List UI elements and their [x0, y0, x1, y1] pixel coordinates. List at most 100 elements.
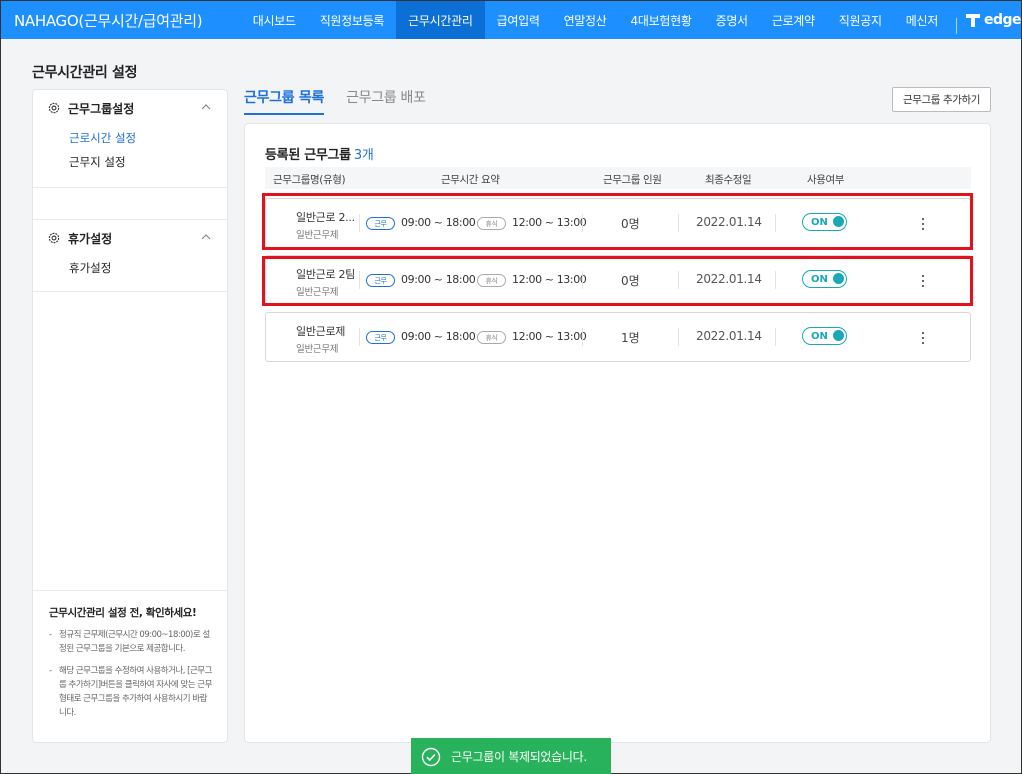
column-divider [582, 328, 583, 346]
toggle-label: ON [811, 273, 828, 285]
rest-time: 12:00 ~ 13:00 [512, 273, 587, 286]
registered-groups-title: 등록된 근무그룹 [265, 148, 351, 163]
nav-item-work-time[interactable]: 근무시간관리 [396, 1, 485, 39]
usage-toggle[interactable]: ON [802, 213, 847, 231]
add-work-group-button[interactable]: 근무그룹 추가하기 [892, 87, 991, 112]
settings-notice: 근무시간관리 설정 전, 확인하세요! - 정규직 근무제(근무시간 09:00… [33, 590, 227, 742]
sidebar-section-work-group: 근무그룹설정 근로시간 설정 근무지 설정 [33, 90, 227, 188]
work-tag: 근무 [366, 274, 395, 287]
toggle-knob [833, 273, 844, 284]
sidebar-item-work-hours[interactable]: 근로시간 설정 [33, 126, 227, 150]
more-options-icon[interactable] [917, 330, 929, 346]
group-name: 일반근로 2팀 [296, 268, 355, 281]
nav-item-messenger[interactable]: 메신저 [894, 1, 950, 39]
work-tag: 근무 [366, 331, 395, 344]
nav-item-dashboard[interactable]: 대시보드 [241, 1, 308, 39]
usage-toggle[interactable]: ON [802, 327, 847, 345]
column-divider [678, 214, 679, 232]
table-row[interactable]: 일반근로 2... 일반근무제 근무 09:00 ~ 18:00 휴식 12:0… [265, 198, 971, 248]
nav-item-employee-info[interactable]: 직원정보등록 [308, 1, 396, 39]
page-title: 근무시간관리 설정 [32, 65, 138, 81]
work-time: 09:00 ~ 18:00 [401, 330, 476, 343]
toggle-label: ON [811, 330, 828, 342]
column-divider [582, 214, 583, 232]
sidebar-item-workplace[interactable]: 근무지 설정 [33, 150, 227, 174]
nav-item-payroll-input[interactable]: 급여입력 [485, 1, 552, 39]
registered-groups-heading: 등록된 근무그룹 3개 [265, 144, 374, 163]
last-modified-date: 2022.01.14 [696, 272, 762, 286]
more-options-icon[interactable] [917, 273, 929, 289]
more-options-icon[interactable] [917, 216, 929, 232]
nav-item-certificate[interactable]: 증명서 [704, 1, 760, 39]
gear-icon [48, 102, 60, 114]
column-divider [359, 271, 360, 289]
column-header-name: 근무그룹명(유형) [273, 174, 346, 186]
rest-time: 12:00 ~ 13:00 [512, 216, 587, 229]
nav-divider [955, 17, 957, 34]
notice-title: 근무시간관리 설정 전, 확인하세요! [49, 607, 197, 619]
group-members: 0명 [621, 217, 640, 231]
registered-groups-count: 3개 [353, 148, 374, 163]
tedge-logo[interactable]: edge [965, 12, 1022, 28]
column-divider [359, 214, 360, 232]
column-header-usage: 사용여부 [807, 174, 845, 186]
settings-sidebar: 근무그룹설정 근로시간 설정 근무지 설정 휴가설정 휴가설정 근무시간관리 설… [32, 89, 228, 743]
toggle-knob [833, 216, 844, 227]
chevron-up-icon [201, 104, 211, 110]
check-circle-icon [421, 747, 441, 766]
group-type: 일반근무제 [296, 230, 339, 241]
sidebar-section-title: 근무그룹설정 [68, 101, 135, 116]
last-modified-date: 2022.01.14 [696, 329, 762, 343]
notice-item: - 정규직 근무제(근무시간 09:00~18:00)로 설정된 근무그룹을 기… [49, 628, 213, 656]
toggle-knob [833, 330, 844, 341]
sidebar-section-title: 휴가설정 [68, 231, 113, 246]
notice-bullet: - [49, 666, 52, 676]
sidebar-section-vacation: 휴가설정 휴가설정 [33, 220, 227, 292]
tab-work-group-list[interactable]: 근무그룹 목록 [244, 87, 324, 115]
nav-item-insurance[interactable]: 4대보험현황 [619, 1, 704, 39]
success-toast: 근무그룹이 복제되었습니다. [411, 738, 611, 774]
column-header-modified: 최종수정일 [705, 174, 752, 186]
column-divider [775, 214, 776, 232]
tab-work-group-deploy[interactable]: 근무그룹 배포 [346, 87, 426, 115]
chevron-up-icon [201, 234, 211, 240]
usage-toggle[interactable]: ON [802, 270, 847, 288]
group-type: 일반근무제 [296, 287, 339, 298]
rest-tag: 휴식 [477, 274, 506, 287]
main-nav: 대시보드 직원정보등록 근무시간관리 급여입력 연말정산 4대보험현황 증명서 … [241, 1, 950, 39]
content-tabs: 근무그룹 목록 근무그룹 배포 [244, 87, 448, 115]
work-time: 09:00 ~ 18:00 [401, 273, 476, 286]
column-header-summary: 근무시간 요약 [441, 174, 500, 186]
tedge-logo-text: edge [983, 12, 1022, 28]
group-name: 일반근로 2... [296, 211, 355, 224]
notice-bullet: - [49, 630, 52, 640]
nav-item-notice[interactable]: 직원공지 [827, 1, 894, 39]
nav-item-contract[interactable]: 근로계약 [760, 1, 827, 39]
sidebar-section-header-work-group[interactable]: 근무그룹설정 [33, 90, 227, 126]
notice-text: 해당 근무그룹을 수정하여 사용하거나, [근무그룹 추가하기]버튼을 클릭하여… [59, 666, 212, 718]
app-title[interactable]: NAHAGO(근무시간/급여관리) [1, 10, 241, 31]
table-row[interactable]: 일반근로 2팀 일반근무제 근무 09:00 ~ 18:00 휴식 12:00 … [265, 255, 971, 305]
sidebar-spacer [33, 188, 227, 220]
toggle-label: ON [811, 216, 828, 228]
rest-time: 12:00 ~ 13:00 [512, 330, 587, 343]
group-members: 0명 [621, 274, 640, 288]
column-divider [775, 328, 776, 346]
sidebar-item-vacation[interactable]: 휴가설정 [33, 256, 227, 280]
work-group-panel: 등록된 근무그룹 3개 근무그룹명(유형) 근무시간 요약 근무그룹 인원 최종수… [244, 123, 991, 743]
sidebar-section-header-vacation[interactable]: 휴가설정 [33, 220, 227, 256]
top-navigation-bar: NAHAGO(근무시간/급여관리) 대시보드 직원정보등록 근무시간관리 급여입… [1, 1, 1022, 39]
column-header-members: 근무그룹 인원 [603, 174, 662, 186]
column-divider [359, 328, 360, 346]
rest-tag: 휴식 [477, 331, 506, 344]
gear-icon [48, 232, 60, 244]
table-row[interactable]: 일반근로제 일반근무제 근무 09:00 ~ 18:00 휴식 12:00 ~ … [265, 312, 971, 362]
rest-tag: 휴식 [477, 217, 506, 230]
group-name: 일반근로제 [296, 325, 346, 338]
notice-item: - 해당 근무그룹을 수정하여 사용하거나, [근무그룹 추가하기]버튼을 클릭… [49, 664, 213, 720]
column-divider [582, 271, 583, 289]
toast-message: 근무그룹이 복제되었습니다. [451, 750, 587, 764]
work-time: 09:00 ~ 18:00 [401, 216, 476, 229]
work-tag: 근무 [366, 217, 395, 230]
nav-item-year-end-tax[interactable]: 연말정산 [552, 1, 619, 39]
